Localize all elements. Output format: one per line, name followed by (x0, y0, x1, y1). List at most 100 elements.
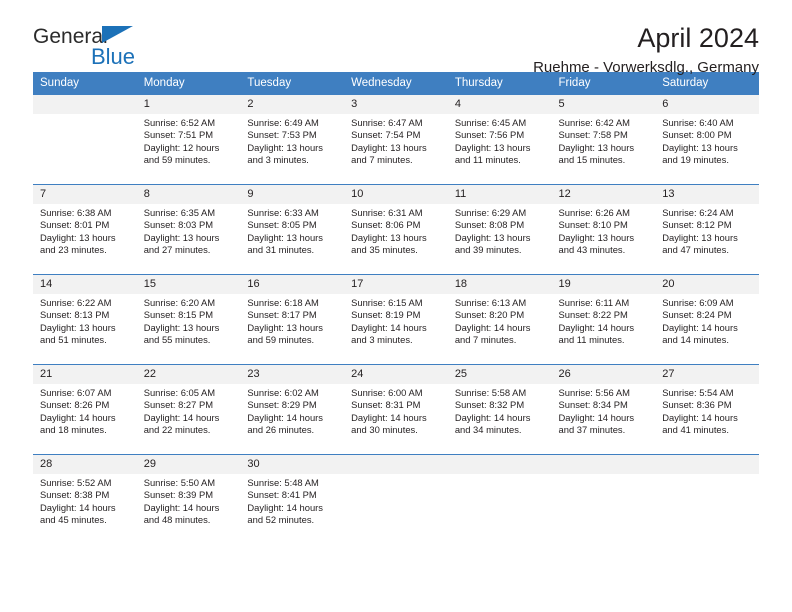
day-sun-info: Sunrise: 6:35 AM Sunset: 8:03 PM Daylight:… (137, 204, 241, 257)
daylight-text: and 52 minutes. (247, 514, 315, 526)
sunrise-text: Sunrise: 6:18 AM (247, 297, 319, 308)
day-number: 17 (344, 275, 448, 294)
day-number: 29 (136, 455, 241, 474)
day-cell-inner: 21 Sunrise: 6:07 AM Sunset: 8:26 PM Dayligh… (33, 365, 137, 454)
calendar-day-cell[interactable]: 7 Sunrise: 6:38 AM Sunset: 8:01 PM Daylight… (33, 184, 137, 275)
calendar-day-cell[interactable]: 1 Sunrise: 6:52 AM Sunset: 7:51 PM Daylight… (136, 94, 241, 185)
calendar-day-cell[interactable]: 4 Sunrise: 6:45 AM Sunset: 7:56 PM Daylight… (447, 94, 552, 185)
calendar-day-cell[interactable]: 21 Sunrise: 6:07 AM Sunset: 8:26 PM Dayligh… (33, 364, 137, 455)
daylight-text: and 22 minutes. (143, 424, 211, 436)
day-number: 18 (447, 275, 552, 294)
calendar-day-cell[interactable]: 14 Sunrise: 6:22 AM Sunset: 8:13 PM Dayligh… (33, 274, 137, 365)
calendar-day-cell[interactable]: 12 Sunrise: 6:26 AM Sunset: 8:10 PM Dayligh… (551, 184, 656, 275)
day-cell-inner: 4 Sunrise: 6:45 AM Sunset: 7:56 PM Daylight… (447, 95, 552, 184)
sunset-text: Sunset: 8:29 PM (247, 399, 317, 411)
day-number (33, 95, 137, 114)
sunrise-text: Sunrise: 5:56 AM (558, 387, 630, 398)
day-cell-inner: 16 Sunrise: 6:18 AM Sunset: 8:17 PM Dayligh… (240, 275, 345, 364)
calendar-day-cell[interactable]: 29 Sunrise: 5:50 AM Sunset: 8:39 PM Dayligh… (136, 454, 241, 545)
day-sun-info: Sunrise: 5:48 AM Sunset: 8:41 PM Daylight:… (240, 474, 344, 527)
daylight-text: Daylight: 13 hours (662, 141, 738, 153)
calendar-day-cell[interactable]: 8 Sunrise: 6:35 AM Sunset: 8:03 PM Daylight… (136, 184, 241, 275)
calendar-day-cell[interactable]: 2 Sunrise: 6:49 AM Sunset: 7:53 PM Daylight… (240, 94, 345, 185)
day-number: 22 (136, 365, 241, 384)
daylight-text: and 26 minutes. (247, 424, 315, 436)
day-cell-inner: 8 Sunrise: 6:35 AM Sunset: 8:03 PM Daylight… (136, 185, 241, 274)
calendar-day-cell[interactable]: 20 Sunrise: 6:09 AM Sunset: 8:24 PM Dayligh… (655, 274, 759, 365)
calendar-day-cell[interactable]: 24 Sunrise: 6:00 AM Sunset: 8:31 PM Dayligh… (344, 364, 448, 455)
calendar-day-cell[interactable]: 23 Sunrise: 6:02 AM Sunset: 8:29 PM Dayligh… (240, 364, 345, 455)
calendar-day-cell[interactable]: 26 Sunrise: 5:56 AM Sunset: 8:34 PM Dayligh… (551, 364, 656, 455)
sunrise-text: Sunrise: 5:52 AM (40, 477, 112, 488)
day-number: 3 (344, 95, 448, 114)
day-sun-info: Sunrise: 6:24 AM Sunset: 8:12 PM Daylight:… (655, 204, 759, 257)
daylight-text: and 35 minutes. (351, 244, 418, 256)
day-number: 28 (33, 455, 137, 474)
daylight-text: and 23 minutes. (40, 244, 107, 256)
calendar-day-cell[interactable]: 13 Sunrise: 6:24 AM Sunset: 8:12 PM Dayligh… (655, 184, 759, 275)
sunrise-text: Sunrise: 5:50 AM (143, 477, 216, 488)
sunrise-text: Sunrise: 6:42 AM (558, 117, 630, 128)
calendar-day-cell[interactable]: 19 Sunrise: 6:11 AM Sunset: 8:22 PM Dayligh… (551, 274, 656, 365)
daylight-text: and 45 minutes. (40, 514, 107, 526)
day-sun-info: Sunrise: 6:22 AM Sunset: 8:13 PM Daylight:… (33, 294, 137, 347)
sunset-text: Sunset: 8:41 PM (247, 489, 317, 501)
sunrise-text: Sunrise: 6:47 AM (351, 117, 423, 128)
day-number (551, 455, 656, 474)
sunset-text: Sunset: 8:39 PM (143, 489, 214, 501)
sunset-text: Sunset: 8:00 PM (662, 129, 732, 141)
day-number: 10 (344, 185, 448, 204)
sunrise-text: Sunrise: 5:58 AM (454, 387, 527, 398)
daylight-text: and 43 minutes. (558, 244, 626, 256)
day-number: 16 (240, 275, 345, 294)
daylight-text: Daylight: 14 hours (662, 321, 738, 333)
day-sun-info: Sunrise: 6:49 AM Sunset: 7:53 PM Daylight:… (240, 114, 344, 167)
calendar-day-cell-empty (344, 454, 448, 545)
day-cell-inner: 14 Sunrise: 6:22 AM Sunset: 8:13 PM Dayligh… (33, 275, 137, 364)
calendar-day-cell[interactable]: 11 Sunrise: 6:29 AM Sunset: 8:08 PM Dayligh… (447, 184, 552, 275)
sunrise-text: Sunrise: 6:13 AM (454, 297, 527, 308)
brand-logo[interactable]: General Blue (33, 26, 263, 76)
day-sun-info: Sunrise: 5:58 AM Sunset: 8:32 PM Daylight:… (448, 384, 552, 437)
sunrise-text: Sunrise: 6:52 AM (143, 117, 216, 128)
sunrise-text: Sunrise: 6:31 AM (351, 207, 423, 218)
daylight-text: Daylight: 14 hours (558, 321, 635, 333)
daylight-text: Daylight: 13 hours (351, 141, 427, 153)
calendar-day-cell[interactable]: 15 Sunrise: 6:20 AM Sunset: 8:15 PM Dayligh… (136, 274, 241, 365)
calendar-day-cell[interactable]: 17 Sunrise: 6:15 AM Sunset: 8:19 PM Dayligh… (344, 274, 448, 365)
daylight-text: and 7 minutes. (351, 154, 413, 166)
calendar-day-cell[interactable]: 27 Sunrise: 5:54 AM Sunset: 8:36 PM Dayligh… (655, 364, 759, 455)
calendar-day-cell[interactable]: 25 Sunrise: 5:58 AM Sunset: 8:32 PM Dayligh… (447, 364, 552, 455)
day-sun-info: Sunrise: 6:26 AM Sunset: 8:10 PM Daylight:… (552, 204, 656, 257)
calendar-day-cell[interactable]: 22 Sunrise: 6:05 AM Sunset: 8:27 PM Dayligh… (136, 364, 241, 455)
day-cell-inner: 1 Sunrise: 6:52 AM Sunset: 7:51 PM Daylight… (136, 95, 241, 184)
calendar-day-cell[interactable]: 10 Sunrise: 6:31 AM Sunset: 8:06 PM Dayligh… (344, 184, 448, 275)
sunrise-text: Sunrise: 6:22 AM (40, 297, 112, 308)
day-cell-inner: 19 Sunrise: 6:11 AM Sunset: 8:22 PM Dayligh… (551, 275, 656, 364)
day-number: 8 (136, 185, 241, 204)
sunrise-text: Sunrise: 6:40 AM (662, 117, 734, 128)
daylight-text: and 18 minutes. (40, 424, 107, 436)
sunrise-text: Sunrise: 6:35 AM (143, 207, 216, 218)
day-cell-inner (551, 455, 656, 545)
calendar-day-cell[interactable]: 18 Sunrise: 6:13 AM Sunset: 8:20 PM Dayligh… (447, 274, 552, 365)
sunrise-text: Sunrise: 6:26 AM (558, 207, 630, 218)
calendar-day-cell[interactable]: 5 Sunrise: 6:42 AM Sunset: 7:58 PM Daylight… (551, 94, 656, 185)
day-number: 27 (655, 365, 759, 384)
day-sun-info: Sunrise: 6:15 AM Sunset: 8:19 PM Daylight:… (344, 294, 448, 347)
calendar-day-cell[interactable]: 3 Sunrise: 6:47 AM Sunset: 7:54 PM Daylight… (344, 94, 448, 185)
daylight-text: Daylight: 13 hours (247, 141, 323, 153)
calendar-day-cell[interactable]: 28 Sunrise: 5:52 AM Sunset: 8:38 PM Dayligh… (33, 454, 137, 545)
day-number: 1 (136, 95, 241, 114)
day-sun-info: Sunrise: 6:47 AM Sunset: 7:54 PM Daylight:… (344, 114, 448, 167)
weekday-header-wednesday: Wednesday (344, 72, 448, 95)
calendar-day-cell[interactable]: 9 Sunrise: 6:33 AM Sunset: 8:05 PM Daylight… (240, 184, 345, 275)
day-cell-inner: 20 Sunrise: 6:09 AM Sunset: 8:24 PM Dayligh… (655, 275, 759, 364)
daylight-text: and 47 minutes. (662, 244, 729, 256)
calendar-day-cell[interactable]: 16 Sunrise: 6:18 AM Sunset: 8:17 PM Dayligh… (240, 274, 345, 365)
day-number (655, 455, 759, 474)
day-cell-inner: 7 Sunrise: 6:38 AM Sunset: 8:01 PM Daylight… (33, 185, 137, 274)
calendar-day-cell[interactable]: 6 Sunrise: 6:40 AM Sunset: 8:00 PM Daylight… (655, 94, 759, 185)
calendar-day-cell[interactable]: 30 Sunrise: 5:48 AM Sunset: 8:41 PM Dayligh… (240, 454, 345, 545)
sunset-text: Sunset: 8:12 PM (662, 219, 732, 231)
